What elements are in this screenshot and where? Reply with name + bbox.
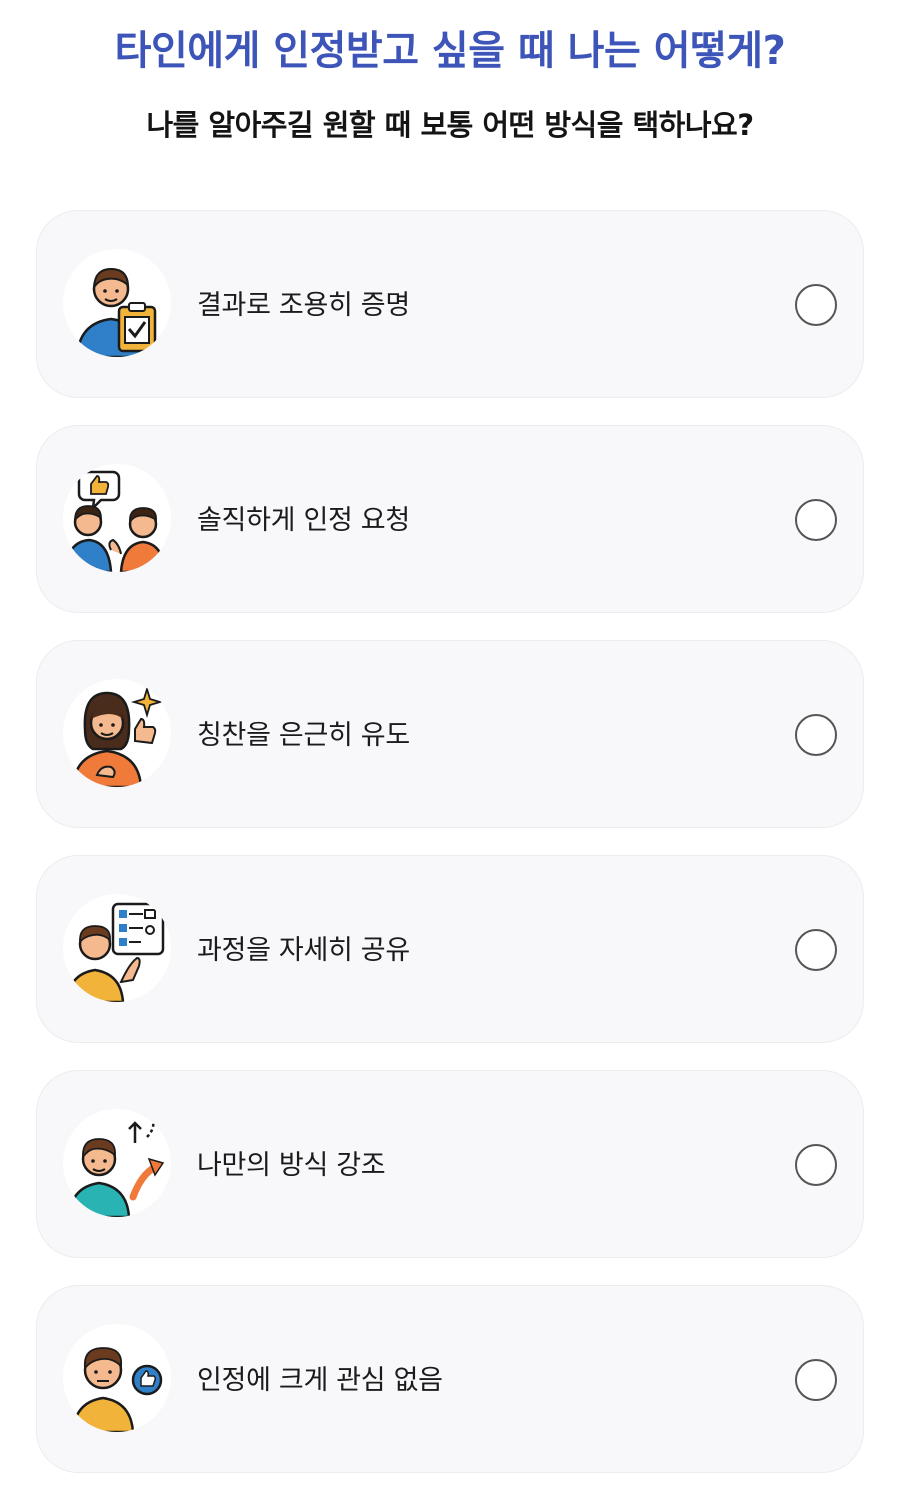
option-card-share-process[interactable]: 과정을 자세히 공유 (36, 855, 864, 1043)
person-flowchart-icon (63, 894, 171, 1002)
option-card-prove-with-results[interactable]: 결과로 조용히 증명 (36, 210, 864, 398)
option-label: 인정에 크게 관심 없음 (197, 1365, 443, 1396)
person-clipboard-check-icon (63, 249, 171, 357)
option-radio[interactable] (795, 1359, 837, 1401)
option-radio[interactable] (795, 284, 837, 326)
woman-thumbs-up-sparkle-icon (63, 679, 171, 787)
person-neutral-badge-icon (63, 1324, 171, 1432)
option-radio[interactable] (795, 1144, 837, 1186)
option-label: 결과로 조용히 증명 (197, 290, 410, 321)
option-radio[interactable] (795, 714, 837, 756)
two-people-thumbs-up-bubble-icon (63, 464, 171, 572)
option-label: 나만의 방식 강조 (197, 1150, 386, 1181)
option-card-induce-praise[interactable]: 칭찬을 은근히 유도 (36, 640, 864, 828)
option-label: 칭찬을 은근히 유도 (197, 720, 410, 751)
page-subtitle: 나를 알아주길 원할 때 보통 어떤 방식을 택하나요? (146, 108, 754, 142)
option-card-not-interested[interactable]: 인정에 크게 관심 없음 (36, 1285, 864, 1473)
option-card-emphasize-own-way[interactable]: 나만의 방식 강조 (36, 1070, 864, 1258)
page-title: 타인에게 인정받고 싶을 때 나는 어떻게? (114, 28, 786, 74)
option-card-ask-directly[interactable]: 솔직하게 인정 요청 (36, 425, 864, 613)
person-curved-arrow-icon (63, 1109, 171, 1217)
option-label: 솔직하게 인정 요청 (197, 505, 410, 536)
option-radio[interactable] (795, 929, 837, 971)
option-radio[interactable] (795, 499, 837, 541)
option-label: 과정을 자세히 공유 (197, 935, 410, 966)
